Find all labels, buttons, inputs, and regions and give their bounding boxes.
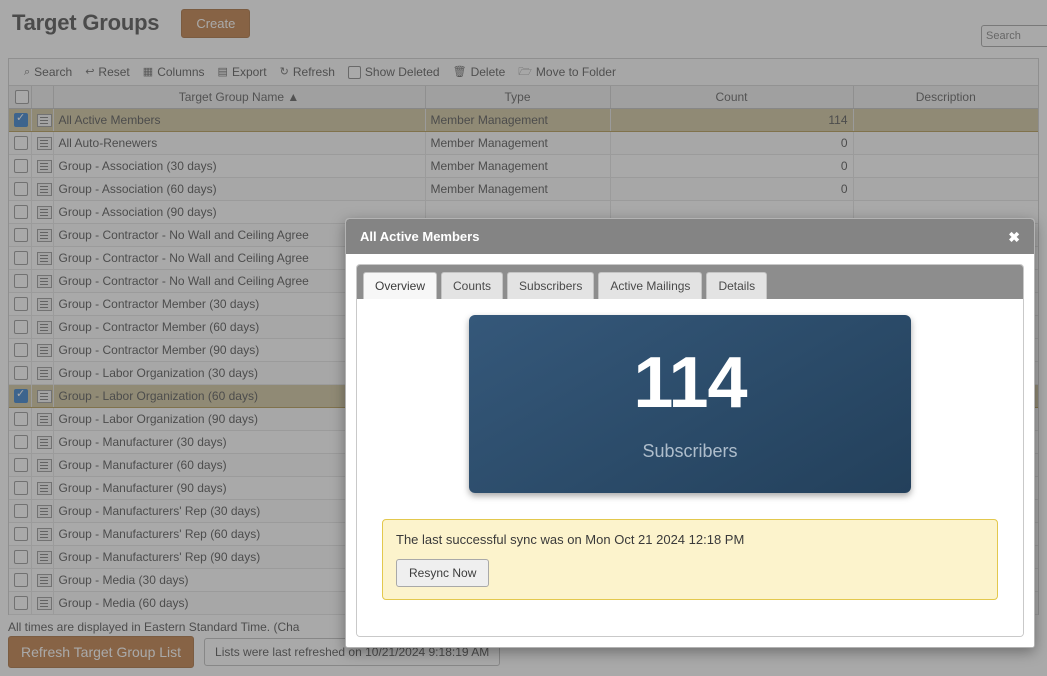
tabs-container: Overview Counts Subscribers Active Mailings… — [356, 264, 1024, 637]
tab-subscribers[interactable]: Subscribers — [507, 272, 595, 299]
subscriber-count-card: 114 Subscribers — [469, 315, 911, 493]
tabstrip: Overview Counts Subscribers Active Mailings… — [357, 265, 1023, 299]
close-icon[interactable]: ✖ — [1008, 230, 1020, 244]
overview-tab-panel: 114 Subscribers The last successful sync… — [357, 299, 1023, 636]
tab-active-mailings[interactable]: Active Mailings — [598, 272, 703, 299]
tab-counts[interactable]: Counts — [441, 272, 504, 299]
tab-details[interactable]: Details — [706, 272, 768, 299]
tab-overview[interactable]: Overview — [363, 272, 438, 299]
modal-title: All Active Members — [360, 229, 480, 244]
subscriber-count-label: Subscribers — [642, 440, 738, 461]
resync-now-button[interactable]: Resync Now — [396, 559, 490, 587]
modal-header: All Active Members ✖ — [346, 219, 1034, 254]
sync-status-message: The last successful sync was on Mon Oct … — [396, 532, 745, 547]
subscriber-count-value: 114 — [633, 342, 747, 423]
target-group-detail-modal: All Active Members ✖ Overview Counts Subsc… — [345, 218, 1035, 648]
sync-status-box: The last successful sync was on Mon Oct … — [382, 519, 998, 600]
modal-body: Overview Counts Subscribers Active Mailings… — [346, 254, 1034, 647]
